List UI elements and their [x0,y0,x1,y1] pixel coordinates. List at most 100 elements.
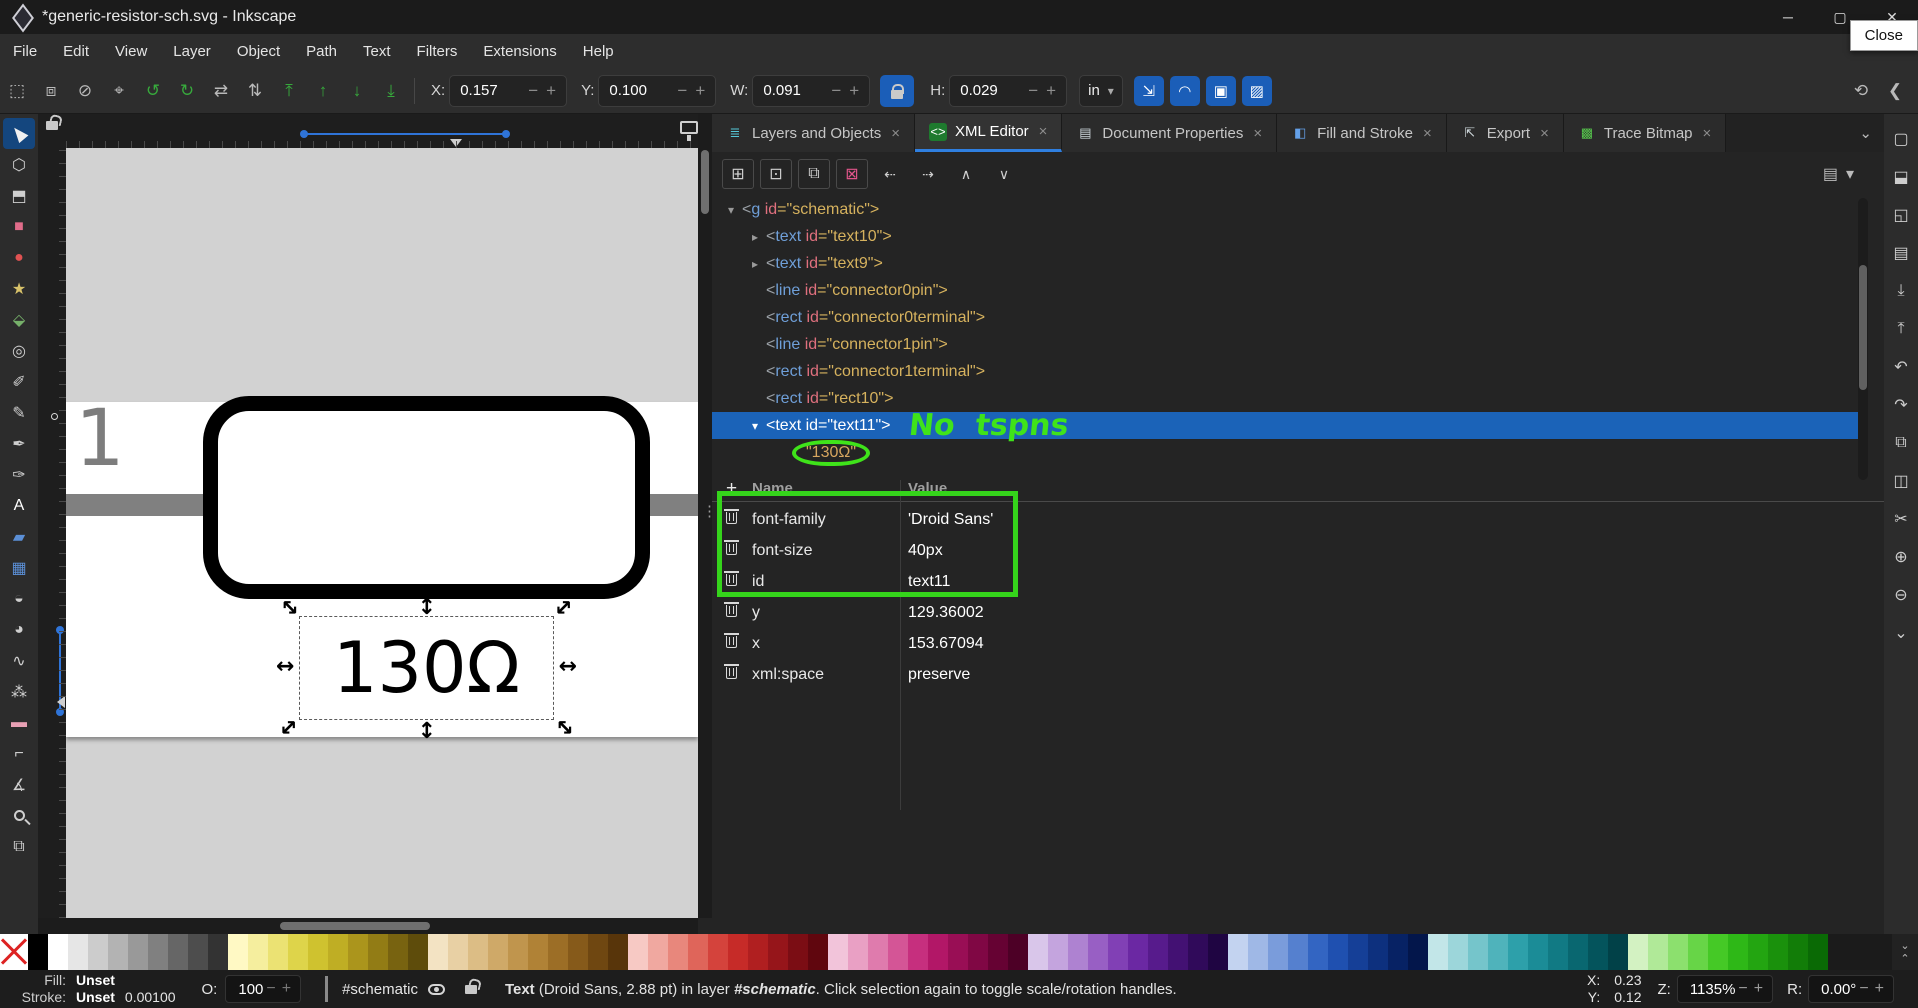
connector1-pin-line[interactable] [648,494,698,516]
unindent-node-button[interactable]: ⇠ [874,159,906,189]
color-swatch[interactable] [408,934,428,970]
snap-settings-icon[interactable]: ⟲ [1844,75,1878,107]
rotation-value[interactable]: 0.00° [1821,981,1856,998]
redo-icon[interactable]: ↷ [1887,386,1915,424]
flip-vertical-icon[interactable]: ⇅ [238,75,272,107]
color-swatch[interactable] [208,934,228,970]
delete-attribute-button[interactable] [726,635,737,653]
color-swatch[interactable] [28,934,48,970]
shape-builder-tool[interactable]: ⬒ [3,180,35,211]
color-swatch[interactable] [88,934,108,970]
color-swatch[interactable] [1588,934,1608,970]
color-swatch[interactable] [1228,934,1248,970]
color-swatch[interactable] [1028,934,1048,970]
color-swatch[interactable] [248,934,268,970]
menu-item[interactable]: Edit [50,34,102,68]
new-text-node-button[interactable]: ⊡ [760,159,792,189]
color-swatch[interactable] [748,934,768,970]
color-swatch[interactable] [1768,934,1788,970]
current-layer-name[interactable]: #schematic [342,981,418,998]
rotate-ccw-icon[interactable]: ↺ [136,75,170,107]
x-value[interactable]: 0.157 [460,82,524,99]
color-swatch[interactable] [888,934,908,970]
height-value[interactable]: 0.029 [960,82,1024,99]
tab-close-icon[interactable]: × [891,125,900,142]
color-swatch[interactable] [588,934,608,970]
color-swatch[interactable] [988,934,1008,970]
canvas[interactable]: 1 130Ω ↔ ↔ ↔ ↔ ↔ ↔ ↔ ↔ [66,148,698,918]
zoom-in-icon[interactable]: ⊕ [1887,538,1915,576]
no-color-swatch[interactable] [0,934,28,970]
attribute-value[interactable]: 129.36002 [908,604,984,622]
layers-and-objects[interactable]: ≣ Layers and Objects × [712,114,915,152]
color-swatch[interactable] [368,934,388,970]
xml-node-row[interactable]: ▸<text id="text10"> [712,223,1860,250]
chevron-down-icon[interactable]: ▾ [1846,164,1854,184]
raise-to-top-icon[interactable]: ⤒ [272,75,306,107]
new-document-icon[interactable]: ▢ [1887,120,1915,158]
mesh-gradient-tool[interactable]: ▦ [3,552,35,583]
zoom-increment[interactable]: + [1751,980,1766,998]
opacity-decrement[interactable]: − [263,980,278,998]
zoom-tool[interactable] [3,800,35,831]
color-swatch[interactable] [1288,934,1308,970]
rotate-cw-icon[interactable]: ↻ [170,75,204,107]
color-swatch[interactable] [108,934,128,970]
color-swatch[interactable] [708,934,728,970]
x-increment[interactable]: + [542,81,560,101]
color-swatch[interactable] [528,934,548,970]
tweak-tool[interactable]: ∿ [3,645,35,676]
color-swatch[interactable] [68,934,88,970]
color-swatch[interactable] [1048,934,1068,970]
zoom-decrement[interactable]: − [1735,980,1750,998]
spray-tool[interactable]: ⁂ [3,676,35,707]
paint-bucket-tool[interactable]: ◕ [3,614,35,645]
lower-icon[interactable]: ↓ [340,75,374,107]
connector-tool[interactable]: ⌐ [3,738,35,769]
color-swatch[interactable] [548,934,568,970]
scale-handle-n[interactable]: ↔ [415,597,437,615]
text-tool[interactable]: A [3,490,35,521]
zoom-out-icon[interactable]: ⊖ [1887,576,1915,614]
menu-item[interactable]: Help [570,34,627,68]
color-swatch[interactable] [1708,934,1728,970]
color-swatch[interactable] [288,934,308,970]
color-swatch[interactable] [1728,934,1748,970]
color-swatch[interactable] [1148,934,1168,970]
scale-stroke-toggle[interactable]: ⇲ [1134,76,1164,106]
xml-node-row[interactable]: <rect id="connector0terminal"> [712,304,1860,331]
tab-close-icon[interactable]: × [1039,123,1048,140]
layer-lock-icon[interactable] [465,985,477,994]
color-swatch[interactable] [228,934,248,970]
select-all-layers-icon[interactable]: ⧈ [34,75,68,107]
y-increment[interactable]: + [691,81,709,101]
rotation-increment[interactable]: + [1872,980,1887,998]
color-swatch[interactable] [388,934,408,970]
color-swatch[interactable] [128,934,148,970]
height-field[interactable]: 0.029 − + [949,75,1067,107]
color-swatch[interactable] [1568,934,1588,970]
eraser-tool[interactable]: ▬ [3,707,35,738]
attribute-name[interactable]: x [752,635,760,653]
print-icon[interactable]: ▤ [1887,234,1915,272]
color-swatch[interactable] [1388,934,1408,970]
color-swatch[interactable] [468,934,488,970]
panel-resize-grip[interactable]: ⋮ [702,502,715,520]
chevron-up-icon[interactable]: ⌃ [1900,952,1909,965]
color-swatch[interactable] [308,934,328,970]
copy-icon[interactable]: ⧉ [1887,424,1915,462]
color-swatch[interactable] [648,934,668,970]
scale-handle-sw[interactable]: ↔ [275,714,304,743]
zoom-field[interactable]: 1135% − + [1677,975,1773,1003]
color-swatch[interactable] [268,934,288,970]
scale-handle-s[interactable]: ↔ [415,721,437,739]
color-swatch[interactable] [1648,934,1668,970]
scale-handle-w[interactable]: ↔ [276,656,294,678]
color-swatch[interactable] [148,934,168,970]
marker-tool[interactable]: ✐ [3,366,35,397]
menu-item[interactable]: Layer [160,34,224,68]
color-swatch[interactable] [1208,934,1228,970]
scale-gradient-toggle[interactable]: ▣ [1206,76,1236,106]
color-swatch[interactable] [1168,934,1188,970]
color-swatch[interactable] [688,934,708,970]
